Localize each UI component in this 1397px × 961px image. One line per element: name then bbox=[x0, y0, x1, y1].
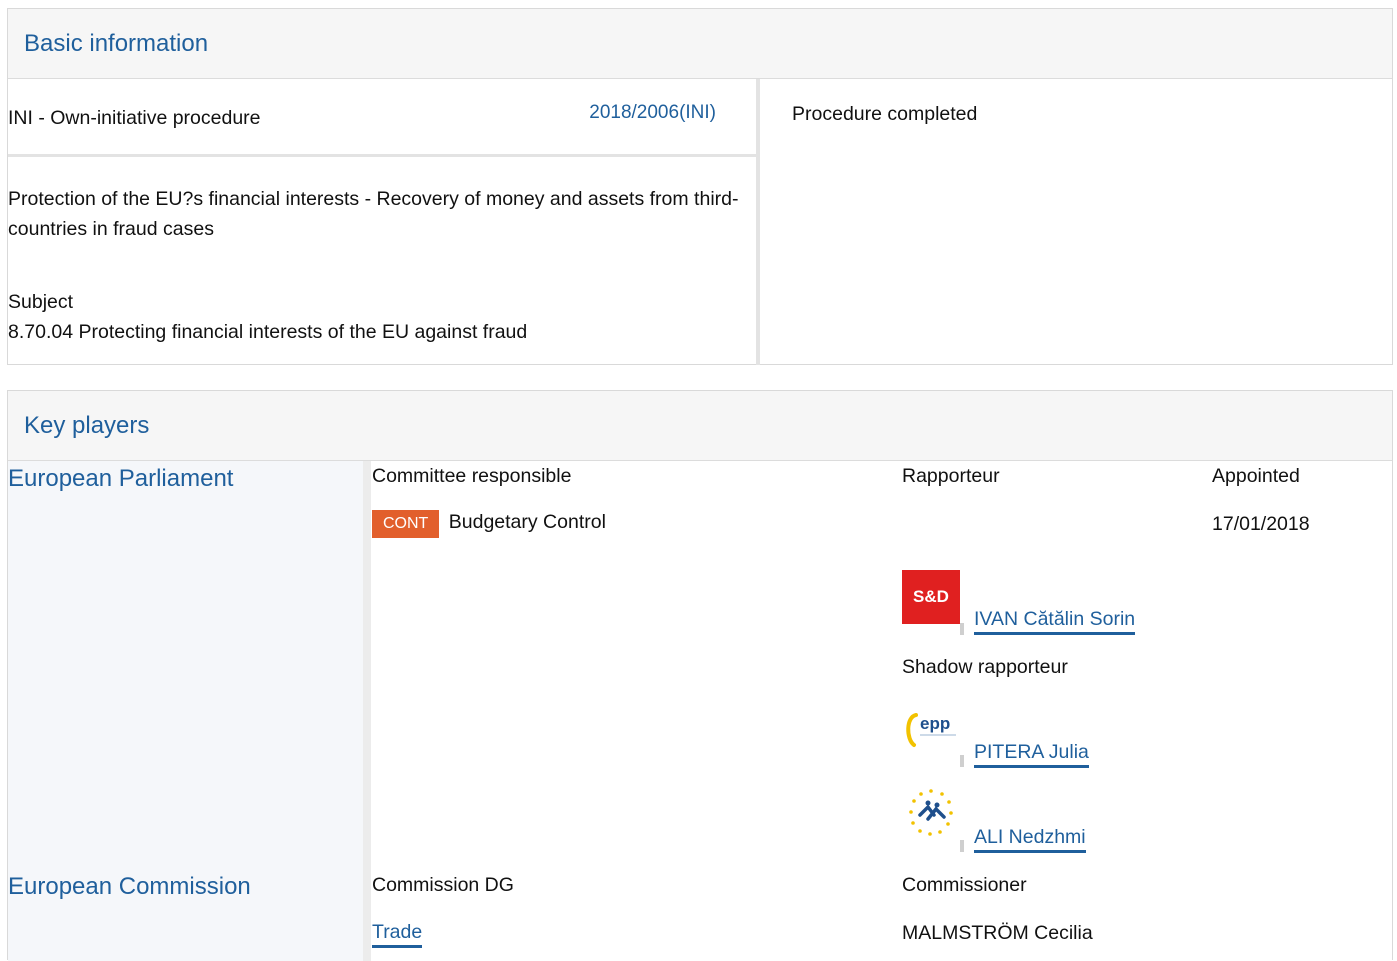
shadow-rapporteur-name-link[interactable]: ALI Nedzhmi bbox=[974, 826, 1086, 853]
appointed-label: Appointed bbox=[1212, 465, 1300, 487]
rapporteur-name-link[interactable]: IVAN Cătălin Sorin bbox=[974, 608, 1136, 635]
alde-group-logo bbox=[902, 785, 960, 839]
column-divider bbox=[756, 79, 760, 365]
commission-dg-link[interactable]: Trade bbox=[372, 921, 423, 948]
procedure-type: INI - Own-initiative procedure bbox=[8, 107, 261, 129]
appointed-date: 17/01/2018 bbox=[1212, 513, 1310, 535]
alde-logo-icon bbox=[909, 789, 953, 836]
committee-name: Budgetary Control bbox=[448, 511, 606, 533]
european-commission-link[interactable]: European Commission bbox=[8, 873, 251, 901]
shadow-rapporteur-label: Shadow rapporteur bbox=[902, 656, 1068, 678]
sd-group-logo: S&D bbox=[902, 570, 960, 624]
subject-label: Subject bbox=[8, 291, 74, 313]
subject-value: 8.70.04 Protecting financial interests o… bbox=[8, 321, 528, 343]
svg-text:epp: epp bbox=[920, 714, 950, 733]
epp-logo-icon: epp bbox=[906, 713, 956, 747]
key-players-panel: Key players European Parliament Committe… bbox=[7, 390, 1393, 961]
commissioner-name: MALMSTRÖM Cecilia bbox=[902, 922, 1093, 944]
procedure-title: Protection of the EU?s financial interes… bbox=[8, 188, 739, 240]
procedure-status: Procedure completed bbox=[792, 103, 978, 125]
commission-dg-label: Commission DG bbox=[372, 874, 514, 896]
committee-entry: CONT Budgetary Control bbox=[372, 510, 606, 538]
logo-divider bbox=[960, 623, 964, 635]
basic-information-header: Basic information bbox=[8, 9, 1392, 79]
key-players-header: Key players bbox=[8, 391, 1392, 461]
procedure-type-row: INI - Own-initiative procedure 2018/2006… bbox=[8, 79, 756, 157]
basic-info-left-column: INI - Own-initiative procedure 2018/2006… bbox=[8, 79, 756, 365]
rapporteur-label: Rapporteur bbox=[902, 465, 1000, 487]
committee-responsible-label: Committee responsible bbox=[372, 465, 572, 487]
commissioner-label: Commissioner bbox=[902, 874, 1027, 896]
epp-group-logo: epp bbox=[902, 701, 960, 755]
basic-information-panel: Basic information INI - Own-initiative p… bbox=[7, 8, 1393, 365]
logo-divider bbox=[960, 755, 964, 767]
procedure-reference-link[interactable]: 2018/2006(INI) bbox=[589, 102, 716, 124]
shadow-rapporteur-name-link[interactable]: PITERA Julia bbox=[974, 741, 1089, 768]
institution-divider bbox=[363, 461, 371, 961]
european-parliament-link[interactable]: European Parliament bbox=[8, 465, 233, 493]
committee-code-badge[interactable]: CONT bbox=[372, 510, 440, 538]
logo-divider bbox=[960, 840, 964, 852]
